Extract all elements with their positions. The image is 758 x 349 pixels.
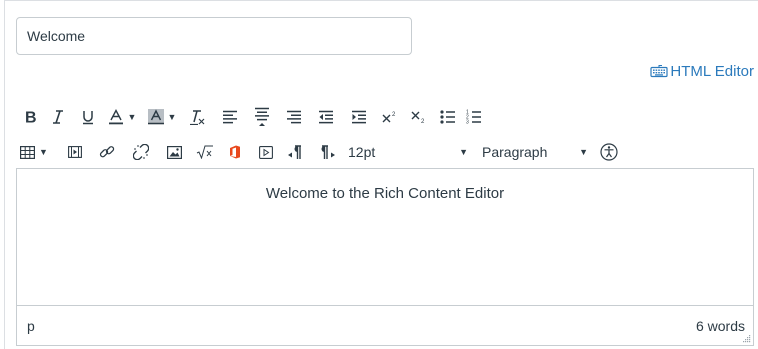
table-icon <box>20 145 35 159</box>
bullet-list-icon <box>440 110 455 124</box>
square-root-icon <box>196 145 213 159</box>
office365-button[interactable] <box>220 139 250 165</box>
editor-statusbar: p 6 words <box>16 306 754 346</box>
block-format-select[interactable]: Paragraph ▼ <box>482 139 598 165</box>
subscript-icon: 2 <box>411 111 425 124</box>
background-color-button[interactable]: ▼ <box>142 104 182 130</box>
word-count: 6 words <box>695 318 745 334</box>
html-editor-label: HTML Editor <box>670 62 754 80</box>
outdent-button[interactable] <box>310 104 342 130</box>
superscript-icon: 2 <box>382 112 396 123</box>
accessibility-checker-button[interactable] <box>598 139 620 165</box>
element-path[interactable]: p <box>27 318 35 334</box>
svg-text:2: 2 <box>392 112 396 118</box>
toolbar-row-insert: ▼ 12pt ▼ Paragraph ▼ <box>20 139 620 165</box>
insert-image-button[interactable] <box>158 139 190 165</box>
text-color-button[interactable]: ▼ <box>102 104 142 130</box>
office-icon <box>230 145 240 159</box>
underline-button[interactable] <box>74 104 102 130</box>
bold-icon: B <box>25 110 37 126</box>
chevron-down-icon: ▼ <box>127 112 137 122</box>
subscript-button[interactable]: 2 <box>404 104 434 130</box>
align-left-icon <box>223 110 237 124</box>
indent-icon <box>352 110 366 124</box>
chevron-down-icon: ▼ <box>459 147 468 157</box>
table-button[interactable]: ▼ <box>20 139 60 165</box>
chevron-down-icon: ▼ <box>39 147 48 157</box>
align-right-icon <box>287 110 301 124</box>
image-icon <box>166 145 182 159</box>
block-format-value: Paragraph <box>482 144 548 160</box>
align-center-button[interactable] <box>246 104 278 130</box>
play-icon <box>259 145 273 159</box>
film-icon <box>68 146 82 158</box>
media-button[interactable] <box>60 139 90 165</box>
indent-button[interactable] <box>342 104 376 130</box>
font-size-select[interactable]: 12pt ▼ <box>348 139 474 165</box>
italic-button[interactable] <box>42 104 74 130</box>
align-center-icon <box>255 107 269 126</box>
editor-paragraph[interactable]: Welcome to the Rich Content Editor <box>17 185 753 202</box>
unlink-button[interactable] <box>124 139 158 165</box>
clear-formatting-icon <box>190 110 205 125</box>
align-right-button[interactable] <box>278 104 310 130</box>
chevron-down-icon: ▼ <box>579 147 588 157</box>
chevron-down-icon: ▼ <box>167 112 177 122</box>
embed-media-button[interactable] <box>250 139 282 165</box>
bold-button[interactable]: B <box>20 104 42 130</box>
superscript-button[interactable]: 2 <box>376 104 404 130</box>
resize-handle-icon[interactable] <box>742 334 751 343</box>
keyboard-icon <box>650 64 668 78</box>
math-equation-button[interactable] <box>190 139 220 165</box>
title-input[interactable] <box>16 17 412 55</box>
numbered-list-button[interactable]: 1 2 3 <box>462 104 486 130</box>
bullet-list-button[interactable] <box>434 104 462 130</box>
ltr-icon <box>288 144 301 159</box>
rich-content-editor[interactable]: Welcome to the Rich Content Editor <box>16 168 754 306</box>
underline-icon <box>83 111 93 125</box>
ltr-button[interactable] <box>282 139 308 165</box>
link-icon <box>99 146 115 158</box>
align-left-button[interactable] <box>214 104 246 130</box>
rtl-button[interactable] <box>308 139 348 165</box>
font-size-value: 12pt <box>348 144 376 160</box>
clear-formatting-button[interactable] <box>182 104 214 130</box>
text-color-icon <box>108 109 123 125</box>
svg-text:B: B <box>25 110 37 126</box>
unlink-icon <box>133 144 149 160</box>
italic-icon <box>53 110 63 124</box>
toolbar-row-formatting: B ▼ ▼ 2 2 1 2 3 <box>20 104 486 130</box>
outdent-icon <box>319 110 333 124</box>
html-editor-link[interactable]: HTML Editor <box>650 60 754 82</box>
background-color-icon <box>147 109 164 125</box>
insert-link-button[interactable] <box>90 139 124 165</box>
svg-text:2: 2 <box>421 119 425 124</box>
accessibility-icon <box>600 143 618 161</box>
numbered-list-icon: 1 2 3 <box>466 110 481 126</box>
svg-text:3: 3 <box>466 120 469 126</box>
rtl-icon <box>321 144 335 159</box>
